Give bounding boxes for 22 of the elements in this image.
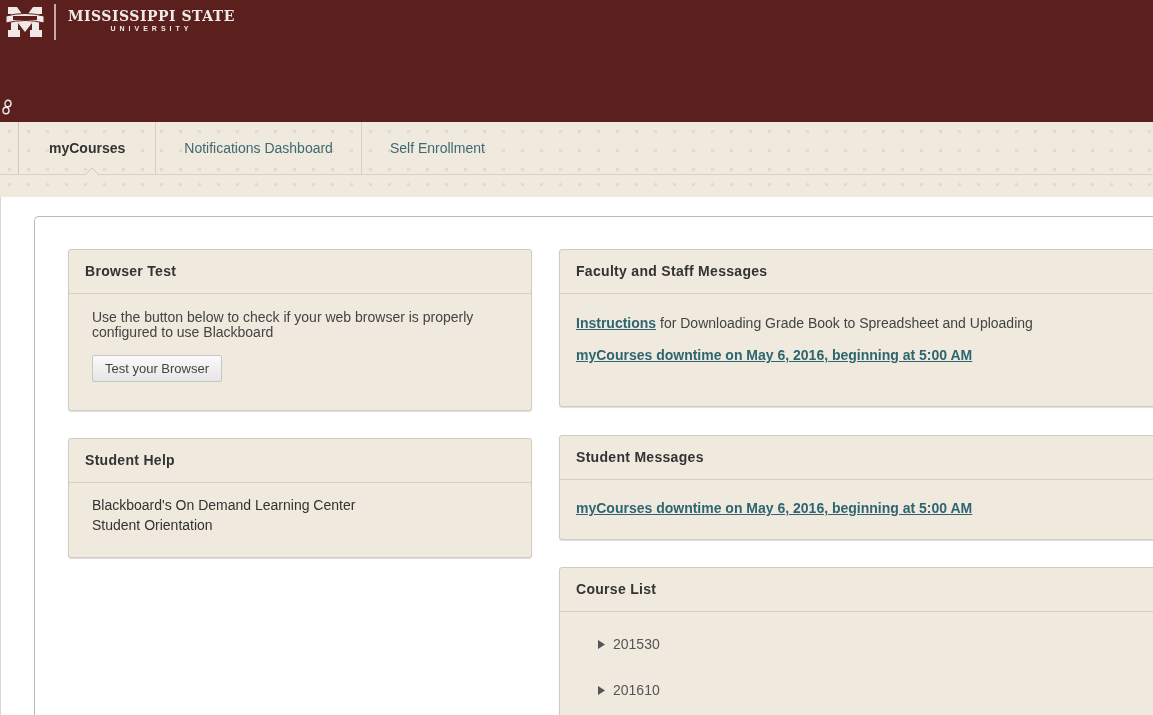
- link-icon[interactable]: [2, 99, 12, 115]
- nav-tab[interactable]: Notifications Dashboard: [155, 122, 361, 174]
- collapsed-arrow-icon[interactable]: [598, 685, 605, 695]
- message-text: Instructions for Downloading Grade Book to Spreadsheet and Uploading: [576, 314, 1034, 332]
- module-title: Student Messages: [560, 436, 1153, 480]
- test-browser-button[interactable]: Test your Browser: [92, 354, 223, 382]
- term-link[interactable]: 201530: [613, 636, 660, 652]
- nav-tab[interactable]: Self Enrollment: [360, 122, 513, 174]
- description-text: Use the button below to check if your web browser is properly configured to use Blackboard: [92, 310, 475, 341]
- module-title: Course List: [560, 568, 1153, 612]
- help-link[interactable]: Blackboard's On Demand Learning Center: [92, 494, 508, 515]
- collapsed-arrow-icon[interactable]: [598, 639, 605, 649]
- module-title: Browser Test: [69, 250, 531, 294]
- university-name: MISSISSIPPI STATE: [68, 8, 235, 24]
- module-title: Faculty and Staff Messages: [560, 250, 1153, 294]
- module-title: Student Help: [69, 438, 531, 483]
- message-link[interactable]: myCourses downtime on May 6, 2016, beginning at 5:00 AM: [576, 347, 973, 363]
- message-link[interactable]: myCourses downtime on May 6, 2016, beginning at 5:00 AM: [576, 500, 973, 516]
- message-link[interactable]: Instructions: [576, 315, 657, 331]
- help-link[interactable]: Student Orientation: [92, 514, 508, 535]
- logo-icon[interactable]: [6, 6, 44, 38]
- term-link[interactable]: 201610: [613, 682, 660, 698]
